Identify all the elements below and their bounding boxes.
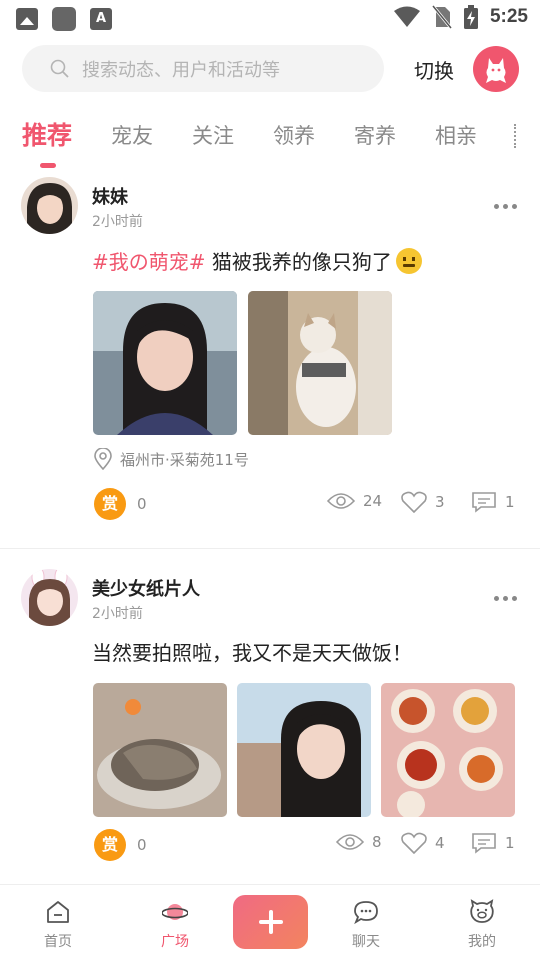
pig-icon <box>470 899 494 923</box>
planet-icon <box>162 904 188 920</box>
more-options-icon[interactable] <box>494 204 517 209</box>
like-button[interactable]: 4 <box>401 832 445 854</box>
post-card[interactable]: 美少女纸片人 2小时前 当然要拍照啦，我又不是天天做饭！ 赏 0 8 4 1 <box>0 549 540 879</box>
post-text[interactable]: 当然要拍照啦，我又不是天天做饭！ <box>92 637 412 666</box>
views-stat: 24 <box>327 491 382 511</box>
views-count: 24 <box>363 492 383 510</box>
eye-icon <box>336 834 364 850</box>
heart-icon <box>401 832 427 854</box>
location-text: 福州市·采菊苑11号 <box>120 450 249 469</box>
nav-home[interactable]: 首页 <box>23 899 93 951</box>
likes-count: 4 <box>435 834 445 852</box>
post-time: 2小时前 <box>92 606 143 622</box>
eye-icon <box>327 493 355 509</box>
nav-square[interactable]: 广场 <box>140 899 210 951</box>
nav-chat[interactable]: 聊天 <box>331 899 401 951</box>
comment-icon <box>472 492 496 513</box>
heart-icon <box>401 491 427 513</box>
avatar[interactable] <box>21 177 78 234</box>
nav-profile-label: 我的 <box>468 934 496 950</box>
reward-count: 0 <box>137 836 147 854</box>
location-pin-icon <box>94 448 112 470</box>
reward-button[interactable]: 赏 <box>94 488 126 520</box>
post-author[interactable]: 美少女纸片人 <box>92 575 200 601</box>
reward-count: 0 <box>137 495 147 513</box>
comment-button[interactable]: 1 <box>471 832 515 854</box>
post-text[interactable]: #我の萌宠# 猫被我养的像只狗了 <box>92 246 422 275</box>
post-photo[interactable] <box>93 291 237 435</box>
post-author[interactable]: 妹妹 <box>92 183 128 209</box>
avatar[interactable] <box>21 569 78 626</box>
comment-icon <box>472 833 496 854</box>
add-post-button[interactable] <box>233 895 308 949</box>
reward-button[interactable]: 赏 <box>94 829 126 861</box>
post-photo[interactable] <box>381 683 515 817</box>
views-stat: 8 <box>336 832 382 852</box>
post-card[interactable]: 妹妹 2小时前 #我の萌宠# 猫被我养的像只狗了 福州市·采菊苑11号 赏 0 <box>0 0 540 548</box>
nav-home-label: 首页 <box>44 934 72 950</box>
like-button[interactable]: 3 <box>401 491 445 513</box>
chat-icon <box>354 901 378 925</box>
emoji-icon <box>395 248 422 274</box>
post-photo[interactable] <box>248 291 392 435</box>
post-location[interactable]: 福州市·采菊苑11号 <box>94 448 249 470</box>
more-options-icon[interactable] <box>494 596 517 601</box>
nav-square-label: 广场 <box>161 934 189 950</box>
nav-profile[interactable]: 我的 <box>447 899 517 951</box>
post-body: 猫被我养的像只狗了 <box>205 250 392 274</box>
likes-count: 3 <box>435 493 445 511</box>
post-time: 2小时前 <box>92 214 143 230</box>
comment-button[interactable]: 1 <box>471 491 515 513</box>
nav-chat-label: 聊天 <box>352 934 380 950</box>
comments-count: 1 <box>505 493 515 511</box>
post-photo[interactable] <box>93 683 227 817</box>
post-photo[interactable] <box>237 683 371 817</box>
views-count: 8 <box>372 833 382 851</box>
comments-count: 1 <box>505 834 515 852</box>
home-icon <box>47 901 69 923</box>
topic-tag[interactable]: #我の萌宠# <box>92 250 206 274</box>
